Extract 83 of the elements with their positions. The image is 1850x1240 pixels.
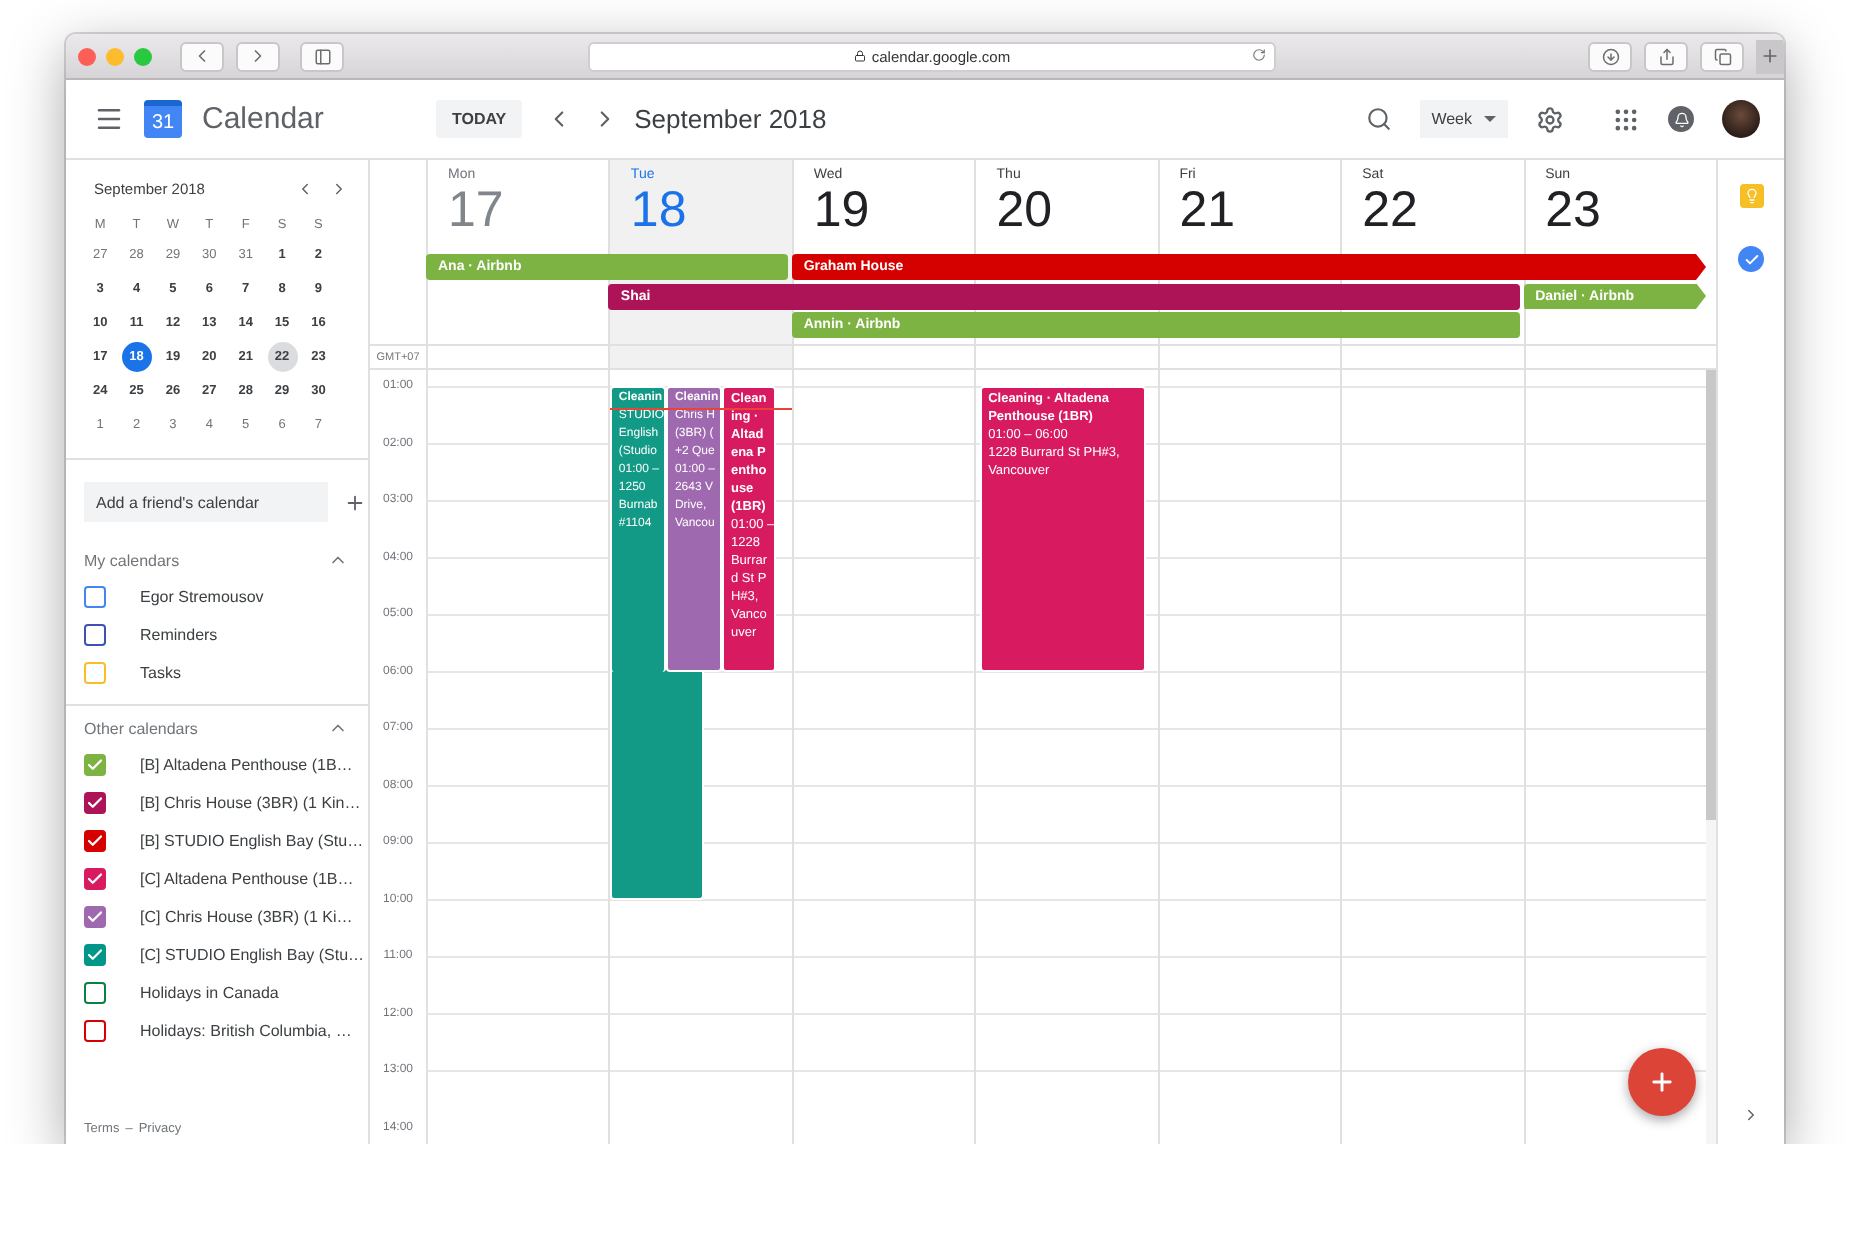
search-button[interactable] [1365, 106, 1392, 132]
day-number[interactable]: 20 [996, 182, 1053, 238]
notifications-icon[interactable] [1668, 106, 1694, 132]
check-icon [86, 832, 104, 850]
check-icon [86, 794, 104, 812]
chevron-right-icon [1742, 1106, 1760, 1124]
check-circle-icon[interactable] [1738, 246, 1764, 272]
close-icon[interactable] [78, 47, 96, 65]
chevron-left-icon [296, 180, 314, 198]
calendar-name: Egor Stremousov [140, 588, 264, 606]
section-header[interactable]: Other calendars [66, 706, 368, 746]
share-icon [1657, 47, 1675, 65]
calendar-checkbox[interactable] [84, 830, 106, 852]
avatar[interactable] [1722, 100, 1760, 138]
calendar-name: Holidays in Canada [140, 984, 279, 1002]
scrollbar-thumb[interactable] [1706, 370, 1716, 820]
calendar-name: Tasks [140, 664, 181, 682]
calendar-checkbox[interactable] [84, 906, 106, 928]
add-button[interactable] [344, 491, 366, 513]
calendar-checkbox[interactable] [84, 868, 106, 890]
bell-icon [1673, 111, 1689, 127]
view-dropdown[interactable]: Week [1419, 100, 1508, 138]
previous-month-button[interactable] [296, 180, 314, 198]
calendar-name: [C] Chris House (3BR) (1 Ki… [140, 908, 353, 926]
download-icon [1601, 47, 1619, 65]
calendar-name: [C] Altadena Penthouse (1B… [140, 870, 354, 888]
calendar-name: Reminders [140, 626, 218, 644]
search-icon [1365, 106, 1392, 132]
app-name: Calendar [202, 102, 324, 136]
create-button[interactable] [1628, 1048, 1696, 1116]
next-month-button[interactable] [330, 180, 348, 198]
lock-icon [853, 50, 866, 62]
day-number[interactable]: 23 [1545, 182, 1601, 238]
reload-icon[interactable] [1252, 47, 1266, 61]
plus-icon [1648, 1068, 1676, 1096]
calendar-name: [C] STUDIO English Bay (Stu… [140, 946, 365, 964]
day-number[interactable]: 19 [813, 182, 870, 238]
new-tab-button[interactable] [1756, 39, 1784, 73]
grid-icon [1612, 105, 1640, 133]
menu-icon [94, 104, 124, 134]
calendar-checkbox[interactable] [84, 944, 106, 966]
period-title: September 2018 [634, 104, 827, 134]
download-button[interactable] [1588, 41, 1632, 71]
calendar-checkbox[interactable] [84, 754, 106, 776]
add-friend-field[interactable]: Add a friend's calendar [84, 482, 328, 522]
settings-icon [1536, 105, 1564, 133]
day-column[interactable] [1523, 370, 1706, 1144]
tabs-button[interactable] [1700, 41, 1744, 71]
day-number[interactable]: 22 [1362, 182, 1418, 238]
calendar-checkbox[interactable] [84, 982, 106, 1004]
calendar-name: [B] STUDIO English Bay (Stu… [140, 832, 364, 850]
calendar-name: Holidays: British Columbia, … [140, 1022, 352, 1040]
day-number[interactable]: 18 [630, 182, 687, 238]
apps-button[interactable] [1612, 105, 1640, 133]
check-icon [86, 756, 104, 774]
day-number[interactable]: 17 [448, 182, 504, 238]
calendar-name: [B] Altadena Penthouse (1B… [140, 756, 353, 774]
calendar-logo[interactable]: 31 [144, 100, 182, 138]
section-header[interactable]: My calendars [66, 538, 368, 578]
check-icon [86, 870, 104, 888]
day-number[interactable]: 21 [1179, 182, 1236, 238]
all-day-event-continuation[interactable] [1523, 254, 1706, 280]
calendar-checkbox[interactable] [84, 1020, 106, 1042]
sidebar-button[interactable] [300, 41, 344, 71]
check-icon [86, 946, 104, 964]
plus-icon [1760, 46, 1780, 66]
plus-icon [344, 491, 366, 513]
today-button[interactable]: TODAY [436, 100, 523, 138]
tabs-icon [1713, 47, 1731, 65]
calendar-name: [B] Chris House (3BR) (1 Kin… [140, 794, 361, 812]
menu-button[interactable] [94, 104, 124, 134]
settings-button[interactable] [1536, 105, 1564, 133]
calendar-checkbox[interactable] [84, 586, 106, 608]
expand-panel-button[interactable] [1742, 1106, 1760, 1124]
caret-icon [1484, 116, 1496, 122]
calendar-event-continuation[interactable] [610, 669, 705, 899]
chevron-right-icon [330, 180, 348, 198]
calendar-checkbox[interactable] [84, 624, 106, 646]
sidebar-icon [313, 47, 331, 65]
check-icon [86, 908, 104, 926]
calendar-checkbox[interactable] [84, 792, 106, 814]
share-button[interactable] [1644, 41, 1688, 71]
all-day-event-continuation[interactable] [1340, 283, 1520, 309]
